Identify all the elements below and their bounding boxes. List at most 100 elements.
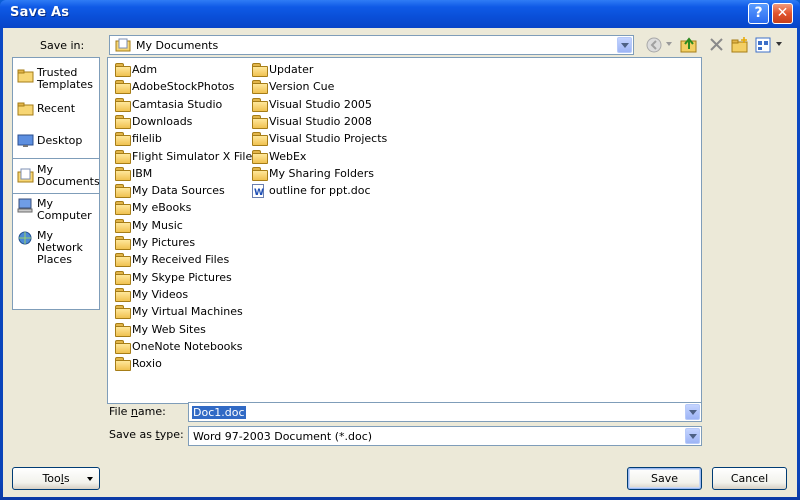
- file-name-text: IBM: [132, 166, 153, 180]
- web-sites-folder-icon: [115, 322, 131, 337]
- desktop-icon: [17, 134, 34, 147]
- place-my-computer[interactable]: My Computer: [13, 196, 99, 226]
- window-title: Save As: [10, 5, 70, 20]
- file-name-text: Roxio: [132, 357, 162, 371]
- close-button[interactable]: ✕: [772, 3, 793, 24]
- save-in-value: My Documents: [136, 39, 219, 52]
- folder-icon: [115, 166, 131, 181]
- place-label: My Computer: [37, 197, 92, 222]
- file-name-value[interactable]: Doc1.doc: [192, 406, 246, 419]
- data-sources-folder-icon: [115, 184, 131, 199]
- folder-icon: [115, 339, 131, 354]
- file-name-text: Downloads: [132, 114, 193, 128]
- new-folder-icon[interactable]: [730, 36, 750, 54]
- folder-icon: [115, 357, 131, 372]
- help-button[interactable]: ?: [748, 3, 769, 24]
- place-label: My Documents: [37, 163, 100, 188]
- folder-icon: [115, 149, 131, 164]
- recent-folder-icon: [17, 102, 34, 116]
- place-my-network-places[interactable]: My Network Places: [13, 228, 99, 266]
- file-name-text: My Pictures: [132, 236, 196, 249]
- file-list[interactable]: Adm AdobeStockPhotos Camtasia Studio Downlo…: [107, 57, 702, 404]
- dialog-body: Save in: My Documents Trusted Templates …: [3, 28, 797, 497]
- pictures-folder-icon: [115, 236, 131, 250]
- folder-icon: [252, 80, 268, 95]
- file-name-text: My Sharing Folders: [269, 166, 374, 180]
- tools-dropdown-icon: [87, 477, 93, 481]
- place-label: Desktop: [37, 134, 83, 147]
- my-documents-folder-icon: [115, 38, 131, 52]
- file-name-text: My Music: [132, 218, 183, 232]
- folder-icon: [115, 201, 131, 216]
- place-label: Recent: [37, 102, 76, 115]
- file-name-text: Flight Simulator X Files: [132, 149, 258, 163]
- folder-icon: [115, 97, 131, 112]
- places-bar: Trusted Templates Recent Desktop My Docu…: [12, 57, 100, 310]
- file-name-text: Visual Studio 2008: [269, 114, 372, 128]
- file-name-text: OneNote Notebooks: [132, 339, 243, 353]
- folder-icon: [115, 253, 131, 268]
- word-document-icon: [252, 184, 268, 202]
- folder-icon: [252, 149, 268, 164]
- views-dropdown-icon[interactable]: [776, 42, 782, 46]
- computer-icon: [17, 198, 33, 213]
- folder-icon: [115, 63, 131, 77]
- folder-icon: [252, 63, 268, 77]
- folder-icon: [252, 114, 268, 129]
- folder-icon: [115, 305, 131, 320]
- file-name-dropdown-arrow[interactable]: [685, 404, 700, 420]
- file-name-text: My Virtual Machines: [132, 305, 243, 319]
- place-my-documents[interactable]: My Documents: [13, 158, 100, 194]
- file-name-text: My Skype Pictures: [132, 270, 232, 284]
- file-name-text: outline for ppt.doc: [269, 184, 371, 198]
- music-folder-icon: [115, 218, 131, 233]
- sharing-folder-icon: [252, 166, 268, 181]
- videos-folder-icon: [115, 287, 131, 302]
- network-icon: [18, 231, 32, 245]
- file-name-text: My Videos: [132, 287, 189, 301]
- save-in-label: Save in:: [40, 39, 85, 52]
- file-name-text: Version Cue: [269, 80, 335, 94]
- place-trusted-templates[interactable]: Trusted Templates: [13, 64, 99, 92]
- place-label: My Network Places: [37, 229, 83, 266]
- cancel-button[interactable]: Cancel: [712, 467, 787, 490]
- folder-icon: [115, 114, 131, 129]
- file-name-label: File name:: [109, 405, 166, 418]
- save-as-type-value: Word 97-2003 Document (*.doc): [193, 430, 373, 443]
- back-dropdown-icon[interactable]: [666, 42, 672, 46]
- title-bar[interactable]: Save As ? ✕: [0, 0, 800, 28]
- tools-button[interactable]: Tools: [12, 467, 100, 490]
- folder-icon: [252, 97, 268, 112]
- save-button[interactable]: Save: [627, 467, 702, 490]
- folder-icon: [17, 69, 34, 83]
- save-as-dialog: Save As ? ✕ Save in: My Documents Truste…: [0, 0, 800, 500]
- save-as-type-select[interactable]: Word 97-2003 Document (*.doc): [188, 426, 702, 446]
- place-label: Trusted Templates: [37, 66, 93, 91]
- file-name-text: Camtasia Studio: [132, 97, 223, 111]
- save-as-type-dropdown-arrow[interactable]: [685, 428, 700, 444]
- file-name-text: My Data Sources: [132, 184, 225, 198]
- save-in-dropdown-arrow[interactable]: [617, 37, 632, 53]
- folder-icon: [115, 270, 131, 285]
- file-name-text: Visual Studio Projects: [269, 132, 388, 146]
- documents-icon: [17, 168, 34, 183]
- place-desktop[interactable]: Desktop: [13, 130, 99, 152]
- file-name-text: Visual Studio 2005: [269, 97, 372, 111]
- views-icon[interactable]: [754, 36, 774, 54]
- delete-icon[interactable]: [707, 36, 727, 54]
- file-name-text: My eBooks: [132, 201, 192, 215]
- file-name-text: AdobeStockPhotos: [132, 80, 235, 94]
- file-name-input[interactable]: Doc1.doc: [188, 402, 702, 422]
- file-name-text: filelib: [132, 132, 162, 146]
- save-in-combo[interactable]: My Documents: [109, 35, 634, 55]
- folder-icon: [252, 132, 268, 147]
- file-name-text: My Web Sites: [132, 322, 206, 336]
- place-recent[interactable]: Recent: [13, 98, 99, 120]
- up-one-level-icon[interactable]: [679, 36, 699, 54]
- folder-icon: [115, 132, 131, 147]
- save-as-type-label: Save as type:: [109, 428, 184, 441]
- back-icon[interactable]: [645, 36, 665, 54]
- file-name-text: WebEx: [269, 149, 307, 163]
- file-name-text: Updater: [269, 63, 314, 76]
- file-name-text: My Received Files: [132, 253, 230, 267]
